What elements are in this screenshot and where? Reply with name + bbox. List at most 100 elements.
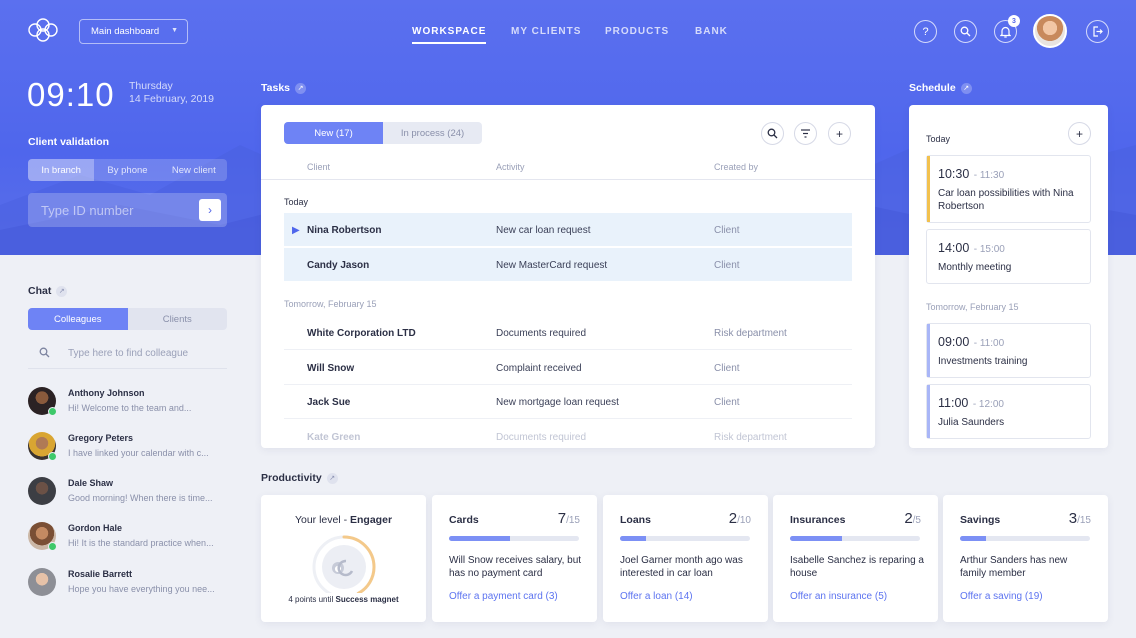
product-title: Insurances: [790, 514, 846, 526]
product-progress-fill: [960, 536, 986, 541]
schedule-event[interactable]: 09:00 - 11:00 Investments training: [926, 323, 1091, 378]
level-gauge: ●: [312, 535, 376, 593]
nav-bank[interactable]: BANK: [695, 26, 728, 37]
avatar: [28, 568, 56, 596]
table-row[interactable]: Candy Jason New MasterCard request Clien…: [284, 248, 852, 282]
column-activity: Activity: [496, 162, 525, 172]
product-count-total: /10: [737, 515, 751, 526]
user-avatar[interactable]: [1033, 14, 1067, 48]
nav-my-clients[interactable]: MY CLIENTS: [511, 26, 581, 37]
event-title: Investments training: [938, 356, 1028, 367]
tasks-title-text: Tasks: [261, 82, 290, 94]
chat-contact[interactable]: Gordon Hale Hi! It is the standard pract…: [28, 522, 228, 552]
cell-activity: Complaint received: [496, 363, 582, 374]
external-link-icon[interactable]: ↗: [326, 473, 338, 484]
product-count-total: /5: [912, 515, 921, 526]
schedule-event[interactable]: 11:00 - 12:00 Julia Saunders: [926, 384, 1091, 439]
cell-activity: New car loan request: [496, 225, 591, 236]
external-link-icon[interactable]: ↗: [56, 286, 68, 297]
cell-created-by: Client: [714, 363, 740, 374]
help-icon[interactable]: ?: [914, 20, 937, 43]
flag-icon: ▶: [292, 225, 300, 236]
event-start: 09:00: [938, 335, 970, 349]
event-end: - 11:00: [973, 338, 1005, 349]
product-card-savings: Savings 3/15 Arthur Sanders has new fami…: [943, 495, 1108, 622]
schedule-title-text: Schedule: [909, 82, 956, 94]
chat-contact[interactable]: Anthony Johnson Hi! Welcome to the team …: [28, 387, 228, 417]
table-row[interactable]: Will Snow Complaint received Client: [284, 351, 852, 385]
product-progress-fill: [790, 536, 842, 541]
tasks-title: Tasks ↗: [261, 82, 306, 94]
add-icon[interactable]: +: [1068, 122, 1091, 145]
id-number-input[interactable]: Type ID number: [28, 193, 227, 227]
cell-activity: New mortgage loan request: [496, 397, 619, 408]
search-icon[interactable]: [761, 122, 784, 145]
tab-in-process[interactable]: In process (24): [383, 122, 482, 144]
event-color-bar: [927, 324, 930, 377]
tab-in-branch[interactable]: In branch: [28, 159, 95, 181]
product-offer-link[interactable]: Offer a payment card (3): [449, 591, 558, 602]
product-progress-fill: [620, 536, 646, 541]
chat-tabs: Colleagues Clients: [28, 308, 227, 330]
top-bar: Main dashboard ▼ WORKSPACE MY CLIENTS PR…: [0, 0, 1136, 62]
contact-name: Dale Shaw: [68, 478, 114, 488]
tab-by-phone[interactable]: By phone: [94, 159, 160, 181]
external-link-icon[interactable]: ↗: [295, 83, 306, 94]
cell-activity: Documents required: [496, 328, 587, 339]
product-count-value: 3: [1068, 510, 1078, 527]
logout-icon[interactable]: [1086, 20, 1109, 43]
event-color-bar: [927, 385, 930, 438]
logo-icon[interactable]: [26, 18, 60, 42]
tab-clients[interactable]: Clients: [128, 308, 228, 330]
chat-contact[interactable]: Dale Shaw Good morning! When there is ti…: [28, 477, 228, 507]
level-card: Your level - Engager ● 4 points until Su…: [261, 495, 426, 622]
product-count-value: 2: [904, 510, 913, 527]
chat-contact[interactable]: Gregory Peters I have linked your calend…: [28, 432, 228, 462]
points-prefix: 4 points until: [288, 595, 336, 604]
product-offer-link[interactable]: Offer a saving (19): [960, 591, 1043, 602]
search-icon[interactable]: [954, 20, 977, 43]
validation-tabs: In branch By phone New client: [28, 159, 227, 181]
group-today: Today: [284, 197, 309, 207]
product-progress-bar: [449, 536, 579, 541]
tab-colleagues[interactable]: Colleagues: [28, 308, 128, 330]
product-title: Savings: [960, 514, 1001, 526]
product-progress-bar: [790, 536, 920, 541]
nav-products[interactable]: PRODUCTS: [605, 26, 669, 37]
table-row[interactable]: Jack Sue New mortgage loan request Clien…: [284, 385, 852, 419]
external-link-icon[interactable]: ↗: [960, 83, 972, 94]
chat-contact[interactable]: Rosalie Barrett Hope you have everything…: [28, 568, 228, 598]
product-progress-bar: [620, 536, 750, 541]
table-row[interactable]: ▶ Nina Robertson New car loan request Cl…: [284, 213, 852, 247]
schedule-event[interactable]: 10:30 - 11:30 Car loan possibilities wit…: [926, 155, 1091, 223]
clock-date: Thursday 14 February, 2019: [129, 80, 214, 106]
chevron-right-icon[interactable]: ›: [199, 199, 221, 221]
cell-created-by: Client: [714, 260, 740, 271]
tab-new-client[interactable]: New client: [161, 159, 227, 181]
contact-message: Hope you have everything you nee...: [68, 584, 215, 594]
table-row[interactable]: White Corporation LTD Documents required…: [284, 316, 852, 350]
product-description: Arthur Sanders has new family member: [960, 555, 1068, 579]
contact-name: Rosalie Barrett: [68, 569, 133, 579]
nav-workspace[interactable]: WORKSPACE: [412, 26, 487, 44]
productivity-title: Productivity ↗: [261, 472, 338, 484]
schedule-event[interactable]: 14:00 - 15:00 Monthly meeting: [926, 229, 1091, 284]
colleague-search-input[interactable]: Type here to find colleague: [28, 342, 227, 369]
product-offer-link[interactable]: Offer an insurance (5): [790, 591, 887, 602]
product-count-total: /15: [1077, 515, 1091, 526]
tab-new[interactable]: New (17): [284, 122, 383, 144]
product-count: 2/10: [729, 510, 751, 527]
dashboard-select-label: Main dashboard: [91, 26, 160, 37]
event-color-bar: [927, 156, 930, 222]
dashboard-select[interactable]: Main dashboard ▼: [79, 19, 188, 44]
event-start: 10:30: [938, 167, 970, 181]
online-indicator: [48, 407, 57, 416]
filter-icon[interactable]: [794, 122, 817, 145]
tasks-tabs: New (17) In process (24): [284, 122, 482, 144]
table-row[interactable]: Kate Green Documents required Risk depar…: [284, 420, 852, 448]
contact-message: Good morning! When there is time...: [68, 493, 213, 503]
product-offer-link[interactable]: Offer a loan (14): [620, 591, 693, 602]
add-icon[interactable]: +: [828, 122, 851, 145]
schedule-tomorrow-label: Tomorrow, February 15: [926, 302, 1019, 312]
product-count-value: 2: [728, 510, 738, 527]
